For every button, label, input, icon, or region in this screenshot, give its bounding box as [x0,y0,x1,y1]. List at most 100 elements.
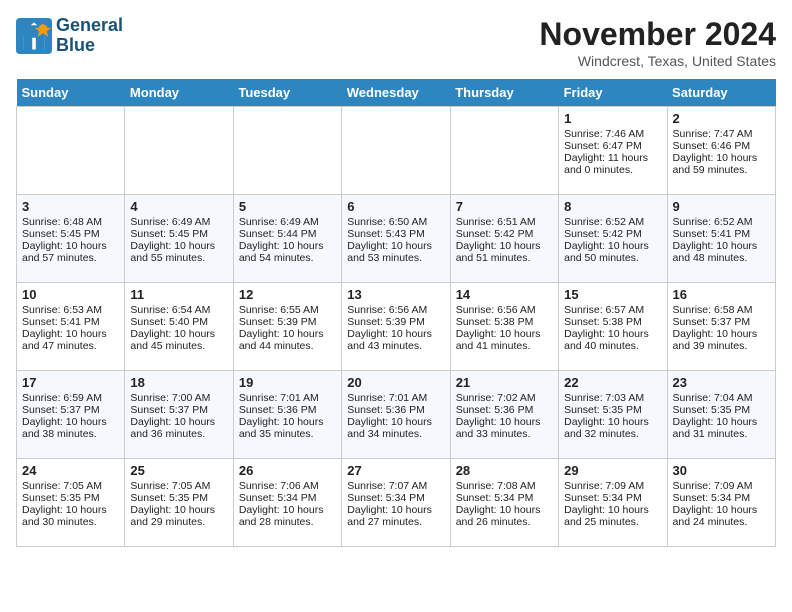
cell-info: and 50 minutes. [564,252,661,264]
cell-info: Daylight: 10 hours [673,416,770,428]
calendar-cell: 24Sunrise: 7:05 AMSunset: 5:35 PMDayligh… [17,459,125,547]
day-number: 3 [22,199,119,214]
day-number: 25 [130,463,227,478]
day-number: 8 [564,199,661,214]
cell-info: Sunset: 5:35 PM [564,404,661,416]
day-number: 14 [456,287,553,302]
day-number: 18 [130,375,227,390]
cell-info: Sunset: 6:47 PM [564,140,661,152]
cell-info: and 39 minutes. [673,340,770,352]
cell-info: Sunset: 5:43 PM [347,228,444,240]
calendar-cell [342,107,450,195]
calendar-cell: 17Sunrise: 6:59 AMSunset: 5:37 PMDayligh… [17,371,125,459]
cell-info: and 30 minutes. [22,516,119,528]
day-number: 11 [130,287,227,302]
cell-info: and 35 minutes. [239,428,336,440]
calendar-cell [233,107,341,195]
cell-info: and 26 minutes. [456,516,553,528]
cell-info: Sunrise: 6:56 AM [456,304,553,316]
logo: General Blue [16,16,123,56]
day-number: 26 [239,463,336,478]
calendar-cell: 8Sunrise: 6:52 AMSunset: 5:42 PMDaylight… [559,195,667,283]
cell-info: and 38 minutes. [22,428,119,440]
calendar-cell: 19Sunrise: 7:01 AMSunset: 5:36 PMDayligh… [233,371,341,459]
cell-info: Sunrise: 6:50 AM [347,216,444,228]
calendar-cell: 15Sunrise: 6:57 AMSunset: 5:38 PMDayligh… [559,283,667,371]
cell-info: Daylight: 10 hours [673,504,770,516]
day-number: 2 [673,111,770,126]
cell-info: Sunset: 5:38 PM [456,316,553,328]
cell-info: Sunset: 5:36 PM [239,404,336,416]
cell-info: Sunrise: 7:09 AM [673,480,770,492]
cell-info: Daylight: 10 hours [347,416,444,428]
cell-info: Sunrise: 7:02 AM [456,392,553,404]
cell-info: Sunrise: 7:05 AM [130,480,227,492]
week-row-1: 1Sunrise: 7:46 AMSunset: 6:47 PMDaylight… [17,107,776,195]
calendar-cell: 2Sunrise: 7:47 AMSunset: 6:46 PMDaylight… [667,107,775,195]
cell-info: and 27 minutes. [347,516,444,528]
cell-info: and 24 minutes. [673,516,770,528]
cell-info: Daylight: 10 hours [456,504,553,516]
cell-info: Daylight: 10 hours [564,328,661,340]
cell-info: Sunset: 5:42 PM [564,228,661,240]
cell-info: Sunrise: 7:01 AM [239,392,336,404]
cell-info: Daylight: 10 hours [673,328,770,340]
week-row-5: 24Sunrise: 7:05 AMSunset: 5:35 PMDayligh… [17,459,776,547]
calendar-cell: 7Sunrise: 6:51 AMSunset: 5:42 PMDaylight… [450,195,558,283]
calendar-cell [125,107,233,195]
day-number: 4 [130,199,227,214]
cell-info: Sunrise: 7:04 AM [673,392,770,404]
cell-info: and 57 minutes. [22,252,119,264]
calendar-cell: 21Sunrise: 7:02 AMSunset: 5:36 PMDayligh… [450,371,558,459]
cell-info: Daylight: 10 hours [347,504,444,516]
cell-info: Daylight: 10 hours [564,416,661,428]
day-number: 23 [673,375,770,390]
cell-info: Sunrise: 6:52 AM [564,216,661,228]
cell-info: Daylight: 10 hours [564,504,661,516]
cell-info: Sunrise: 7:05 AM [22,480,119,492]
week-row-4: 17Sunrise: 6:59 AMSunset: 5:37 PMDayligh… [17,371,776,459]
calendar-cell: 26Sunrise: 7:06 AMSunset: 5:34 PMDayligh… [233,459,341,547]
cell-info: and 29 minutes. [130,516,227,528]
calendar-cell: 28Sunrise: 7:08 AMSunset: 5:34 PMDayligh… [450,459,558,547]
day-number: 19 [239,375,336,390]
cell-info: Daylight: 10 hours [456,240,553,252]
calendar-cell: 11Sunrise: 6:54 AMSunset: 5:40 PMDayligh… [125,283,233,371]
weekday-header-tuesday: Tuesday [233,79,341,107]
cell-info: Sunrise: 6:49 AM [130,216,227,228]
cell-info: Daylight: 11 hours [564,152,661,164]
weekday-header-saturday: Saturday [667,79,775,107]
calendar-cell: 23Sunrise: 7:04 AMSunset: 5:35 PMDayligh… [667,371,775,459]
logo-icon [16,18,52,54]
cell-info: and 36 minutes. [130,428,227,440]
cell-info: and 53 minutes. [347,252,444,264]
day-number: 17 [22,375,119,390]
day-number: 21 [456,375,553,390]
cell-info: and 40 minutes. [564,340,661,352]
day-number: 28 [456,463,553,478]
weekday-header-thursday: Thursday [450,79,558,107]
cell-info: Sunset: 5:35 PM [130,492,227,504]
cell-info: Sunset: 5:45 PM [130,228,227,240]
cell-info: Sunrise: 6:49 AM [239,216,336,228]
calendar-cell: 5Sunrise: 6:49 AMSunset: 5:44 PMDaylight… [233,195,341,283]
cell-info: Sunset: 5:36 PM [347,404,444,416]
cell-info: Sunrise: 6:51 AM [456,216,553,228]
calendar-cell [450,107,558,195]
cell-info: Sunset: 5:34 PM [564,492,661,504]
cell-info: Sunset: 5:40 PM [130,316,227,328]
day-number: 15 [564,287,661,302]
day-number: 27 [347,463,444,478]
weekday-header-friday: Friday [559,79,667,107]
month-title: November 2024 [539,16,776,53]
cell-info: and 59 minutes. [673,164,770,176]
cell-info: Sunrise: 6:48 AM [22,216,119,228]
calendar-cell: 29Sunrise: 7:09 AMSunset: 5:34 PMDayligh… [559,459,667,547]
cell-info: Sunset: 5:39 PM [347,316,444,328]
page-header: General Blue November 2024 Windcrest, Te… [16,16,776,69]
weekday-header-wednesday: Wednesday [342,79,450,107]
cell-info: Daylight: 10 hours [456,416,553,428]
cell-info: Daylight: 10 hours [130,240,227,252]
cell-info: and 34 minutes. [347,428,444,440]
calendar-cell: 14Sunrise: 6:56 AMSunset: 5:38 PMDayligh… [450,283,558,371]
